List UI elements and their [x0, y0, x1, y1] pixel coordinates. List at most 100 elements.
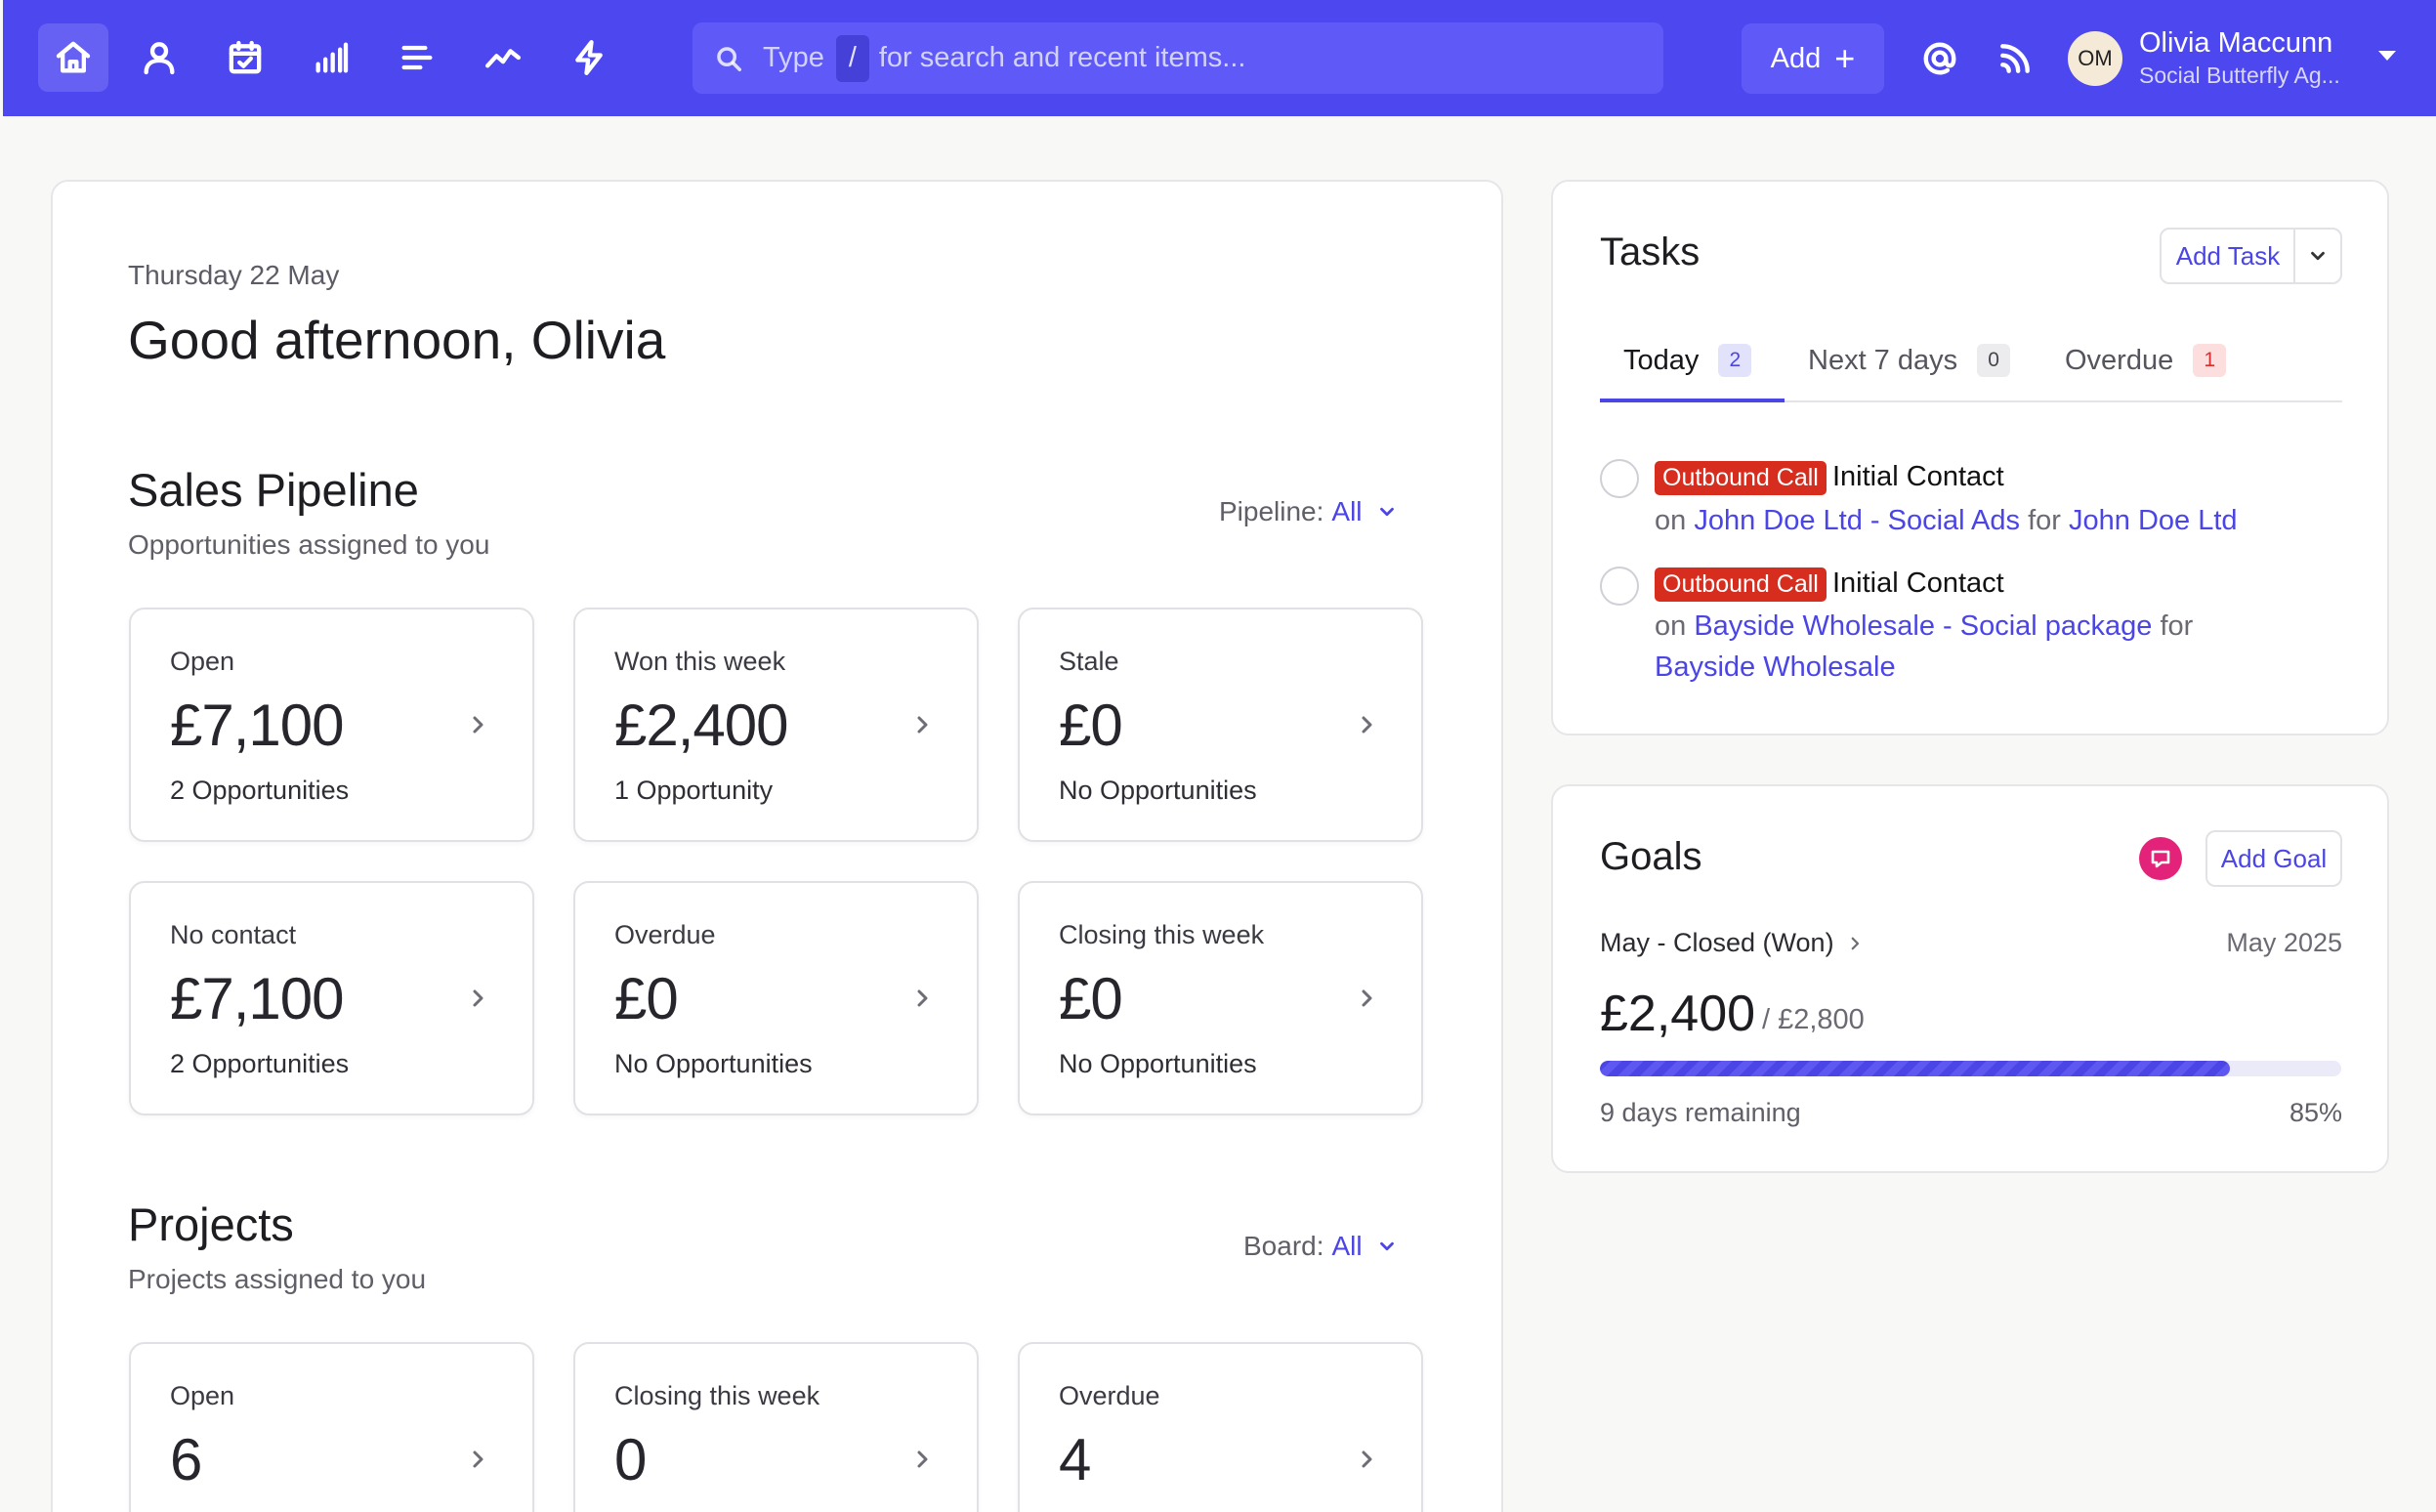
- tasks-title: Tasks: [1600, 231, 1701, 273]
- task-deal-link[interactable]: Bayside Wholesale - Social package: [1694, 610, 2152, 642]
- board-filter-label: Board:: [1243, 1231, 1324, 1261]
- search-placeholder: for search and recent items...: [878, 42, 1246, 73]
- task-company-link[interactable]: Bayside Wholesale: [1655, 651, 1896, 683]
- reports-icon[interactable]: [296, 23, 366, 92]
- task-name[interactable]: Initial Contact: [1832, 461, 2004, 493]
- chevron-right-icon: [1355, 713, 1378, 736]
- calendar-icon[interactable]: [210, 23, 280, 92]
- sales-pipeline-title: Sales Pipeline: [128, 464, 419, 516]
- mentions-icon[interactable]: [1918, 37, 1961, 80]
- stat-label: Stale: [1059, 647, 1119, 676]
- project-stat-closing-this-week[interactable]: Closing this week 0: [573, 1342, 979, 1512]
- search-input[interactable]: Type / for search and recent items...: [693, 22, 1663, 94]
- tab-next-7-days[interactable]: Next 7 days 0: [1808, 344, 2011, 377]
- task-complete-checkbox[interactable]: [1600, 567, 1639, 606]
- goal-target: / £2,800: [1762, 1004, 1865, 1035]
- stat-label: No contact: [170, 920, 297, 949]
- tab-overdue[interactable]: Overdue 1: [2065, 344, 2227, 377]
- avatar[interactable]: OM: [2068, 31, 2122, 86]
- dashboard-card: [51, 180, 1503, 1512]
- project-stat-overdue[interactable]: Overdue 4: [1018, 1342, 1423, 1512]
- chevron-right-icon: [466, 987, 489, 1010]
- stat-value: £2,400: [614, 693, 789, 758]
- goal-progress-bar: [1600, 1061, 2341, 1076]
- chevron-right-icon: [1355, 1448, 1378, 1471]
- add-button[interactable]: Add +: [1742, 23, 1884, 94]
- task-company-link[interactable]: John Doe Ltd: [2069, 505, 2238, 536]
- add-task-options-button[interactable]: [2293, 228, 2342, 284]
- tab-count-badge: 1: [2193, 344, 2227, 377]
- chevron-down-icon: [1379, 507, 1394, 517]
- stat-subtext: No Opportunities: [1059, 1049, 1257, 1078]
- pipeline-filter[interactable]: Pipeline: All: [1219, 496, 1398, 527]
- task-deal-link[interactable]: John Doe Ltd - Social Ads: [1694, 505, 2020, 536]
- search-prefix: Type: [763, 42, 824, 73]
- stat-label: Open: [170, 1381, 235, 1410]
- chat-icon[interactable]: [2139, 837, 2182, 880]
- user-organization[interactable]: Social Butterfly Ag...: [2139, 63, 2340, 89]
- task-type-badge: Outbound Call: [1655, 567, 1827, 602]
- search-icon: [717, 46, 741, 71]
- stat-value: £0: [614, 966, 679, 1031]
- add-button-label: Add: [1770, 42, 1822, 74]
- top-navigation-bar: Type / for search and recent items... Ad…: [3, 0, 2436, 116]
- chevron-right-icon: [910, 713, 934, 736]
- pipeline-filter-value: All: [1331, 496, 1363, 526]
- task-name[interactable]: Initial Contact: [1832, 567, 2004, 600]
- chevron-right-icon: [1355, 987, 1378, 1010]
- plus-icon: +: [1834, 38, 1856, 78]
- chevron-down-icon: [2311, 251, 2325, 261]
- stat-value: 0: [614, 1427, 647, 1492]
- task-on-text: on: [1655, 505, 1687, 536]
- sales-stat-won-this-week[interactable]: Won this week £2,400 1 Opportunity: [573, 608, 979, 842]
- project-stat-open[interactable]: Open 6: [129, 1342, 534, 1512]
- add-goal-button[interactable]: Add Goal: [2205, 830, 2342, 887]
- chevron-right-icon: [466, 1448, 489, 1471]
- goal-progress-fill: [1600, 1061, 2231, 1076]
- contacts-icon[interactable]: [124, 23, 194, 92]
- sales-stat-no-contact[interactable]: No contact £7,100 2 Opportunities: [129, 881, 534, 1115]
- sales-pipeline-subtitle: Opportunities assigned to you: [128, 529, 490, 560]
- activity-icon[interactable]: [468, 23, 538, 92]
- goals-title: Goals: [1600, 835, 1702, 878]
- stat-subtext: No Opportunities: [614, 1049, 813, 1078]
- list-icon[interactable]: [382, 23, 452, 92]
- goal-link[interactable]: May - Closed (Won): [1600, 928, 1864, 958]
- stat-value: £7,100: [170, 693, 345, 758]
- home-icon[interactable]: [38, 23, 108, 92]
- task-for-text: for: [2160, 610, 2194, 642]
- stat-label: Overdue: [1059, 1381, 1160, 1410]
- task-complete-checkbox[interactable]: [1600, 459, 1639, 498]
- tab-count-badge: 0: [1977, 344, 2011, 377]
- goal-amount: £2,400: [1600, 986, 1756, 1042]
- feed-icon[interactable]: [1994, 37, 2037, 80]
- goal-days-remaining: 9 days remaining: [1600, 1098, 1801, 1127]
- goal-period: May 2025: [2226, 928, 2342, 957]
- current-date: Thursday 22 May: [128, 260, 340, 290]
- active-tab-indicator: [1600, 399, 1785, 402]
- automation-icon[interactable]: [554, 23, 624, 92]
- sales-stat-stale[interactable]: Stale £0 No Opportunities: [1018, 608, 1423, 842]
- add-task-button[interactable]: Add Task: [2160, 228, 2296, 284]
- user-menu-caret-icon[interactable]: [2378, 51, 2396, 61]
- tab-today[interactable]: Today 2: [1623, 344, 1752, 377]
- task-type-badge: Outbound Call: [1655, 461, 1827, 495]
- chevron-right-icon: [466, 713, 489, 736]
- stat-label: Won this week: [614, 647, 786, 676]
- greeting-heading: Good afternoon, Olivia: [128, 310, 666, 370]
- sales-stat-closing-this-week[interactable]: Closing this week £0 No Opportunities: [1018, 881, 1423, 1115]
- goal-name: May - Closed (Won): [1600, 928, 1834, 957]
- stat-subtext: 2 Opportunities: [170, 1049, 350, 1078]
- tab-label: Overdue: [2065, 344, 2174, 376]
- task-related: on Bayside Wholesale - Social package fo…: [1655, 606, 2241, 688]
- user-name[interactable]: Olivia Maccunn: [2139, 27, 2332, 60]
- stat-label: Open: [170, 647, 235, 676]
- stat-value: 6: [170, 1427, 202, 1492]
- tab-label: Today: [1623, 344, 1700, 376]
- chevron-down-icon: [1379, 1241, 1394, 1251]
- sales-stat-open[interactable]: Open £7,100 2 Opportunities: [129, 608, 534, 842]
- chevron-right-icon: [1851, 937, 1859, 949]
- sales-stat-overdue[interactable]: Overdue £0 No Opportunities: [573, 881, 979, 1115]
- chevron-right-icon: [910, 1448, 934, 1471]
- board-filter[interactable]: Board: All: [1243, 1231, 1398, 1262]
